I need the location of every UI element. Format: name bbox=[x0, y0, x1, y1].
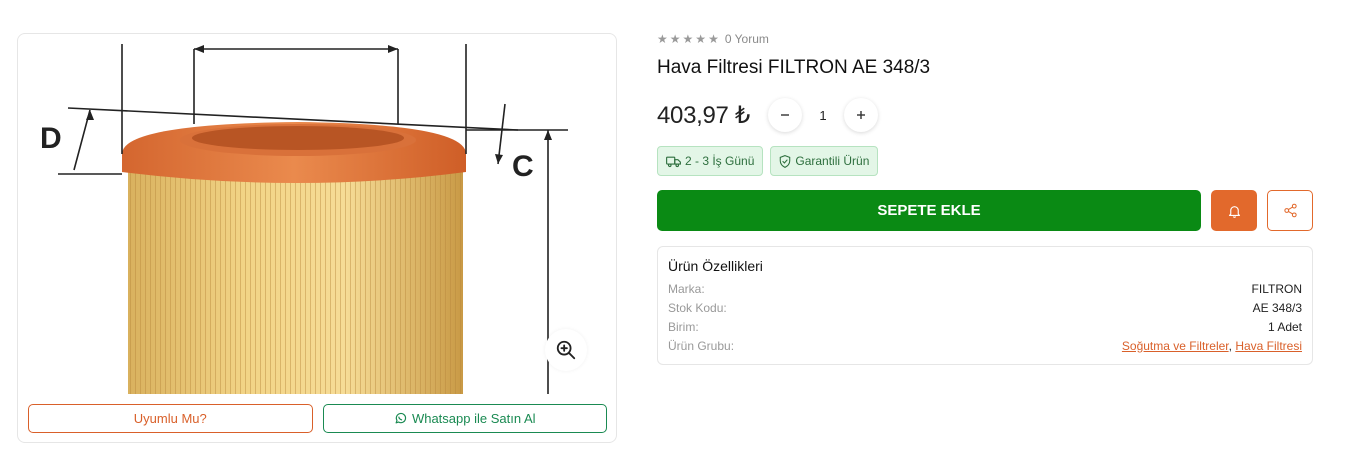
minus-icon bbox=[780, 114, 789, 116]
product-image[interactable]: D C bbox=[18, 44, 617, 394]
spec-label: Stok Kodu: bbox=[668, 300, 727, 315]
dimension-c-label: C bbox=[512, 150, 534, 183]
product-image-card: D C Uyumlu Mu? Whatsapp ile Satın Al bbox=[17, 33, 617, 443]
rating[interactable]: ★ ★ ★ ★ ★ 0 Yorum bbox=[657, 30, 1313, 48]
product-title: Hava Filtresi FILTRON AE 348/3 bbox=[657, 57, 931, 78]
product-info: ★ ★ ★ ★ ★ 0 Yorum Hava Filtresi FILTRON … bbox=[657, 30, 1313, 365]
review-count: 0 Yorum bbox=[724, 32, 769, 46]
add-to-cart-label: SEPETE EKLE bbox=[877, 202, 981, 219]
quantity-decrease-button[interactable] bbox=[767, 98, 802, 132]
specs-title: Ürün Özellikleri bbox=[668, 258, 763, 274]
dimension-d-label: D bbox=[40, 122, 62, 155]
star-icon: ★ bbox=[657, 32, 668, 46]
add-to-cart-button[interactable]: SEPETE EKLE bbox=[657, 190, 1201, 231]
shield-check-icon bbox=[780, 154, 791, 168]
delivery-badge-label: 2 - 3 İş Günü bbox=[685, 154, 755, 168]
category-link-cooling-filters[interactable]: Soğutma ve Filtreler bbox=[1122, 339, 1229, 353]
truck-icon bbox=[666, 156, 681, 167]
link-separator: , bbox=[1228, 338, 1232, 353]
quantity-increase-button[interactable] bbox=[843, 98, 878, 132]
spec-row-brand: Marka: FILTRON bbox=[668, 279, 1302, 298]
warranty-badge-label: Garantili Ürün bbox=[795, 154, 870, 168]
share-button[interactable] bbox=[1267, 190, 1313, 231]
spec-row-group: Ürün Grubu: Soğutma ve Filtreler, Hava F… bbox=[668, 336, 1302, 355]
star-icon: ★ bbox=[708, 32, 719, 46]
plus-icon bbox=[856, 111, 865, 119]
quantity-stepper: 1 bbox=[767, 98, 878, 132]
product-specs: Ürün Özellikleri Marka: FILTRON Stok Kod… bbox=[657, 246, 1313, 365]
spec-label: Birim: bbox=[668, 319, 699, 334]
bell-icon bbox=[1228, 205, 1240, 218]
share-icon bbox=[1283, 203, 1297, 218]
category-link-air-filter[interactable]: Hava Filtresi bbox=[1235, 339, 1302, 353]
zoom-in-icon bbox=[556, 340, 576, 360]
whatsapp-button-label: Whatsapp ile Satın Al bbox=[411, 411, 536, 426]
spec-value: AE 348/3 bbox=[1252, 300, 1302, 315]
star-icon: ★ bbox=[682, 32, 694, 46]
spec-row-unit: Birim: 1 Adet bbox=[668, 317, 1302, 336]
whatsapp-buy-button[interactable]: Whatsapp ile Satın Al bbox=[322, 404, 607, 433]
star-icon: ★ bbox=[669, 32, 681, 46]
spec-label: Marka: bbox=[668, 281, 705, 296]
spec-value: 1 Adet bbox=[1267, 319, 1302, 334]
price-row: 403,97 ₺ 1 bbox=[657, 98, 1313, 132]
image-card-buttons: Uyumlu Mu? Whatsapp ile Satın Al bbox=[28, 404, 607, 433]
product-price: 403,97 ₺ bbox=[657, 101, 750, 129]
compatibility-button-label: Uyumlu Mu? bbox=[133, 411, 207, 426]
spec-label: Ürün Grubu: bbox=[668, 338, 735, 353]
star-icon: ★ bbox=[695, 32, 707, 46]
spec-row-stock-code: Stok Kodu: AE 348/3 bbox=[668, 298, 1302, 317]
whatsapp-icon bbox=[395, 412, 407, 424]
zoom-button[interactable] bbox=[545, 329, 587, 371]
warranty-badge: Garantili Ürün bbox=[770, 146, 879, 176]
quantity-value[interactable]: 1 bbox=[806, 108, 840, 123]
badges: 2 - 3 İş Günü Garantili Ürün bbox=[657, 146, 1313, 176]
spec-value: FILTRON bbox=[1251, 281, 1302, 296]
compatibility-button[interactable]: Uyumlu Mu? bbox=[28, 404, 313, 433]
notify-button[interactable] bbox=[1211, 190, 1257, 231]
action-row: SEPETE EKLE bbox=[657, 190, 1313, 231]
delivery-badge: 2 - 3 İş Günü bbox=[657, 146, 764, 176]
spec-value-links: Soğutma ve Filtreler, Hava Filtresi bbox=[1122, 339, 1302, 353]
